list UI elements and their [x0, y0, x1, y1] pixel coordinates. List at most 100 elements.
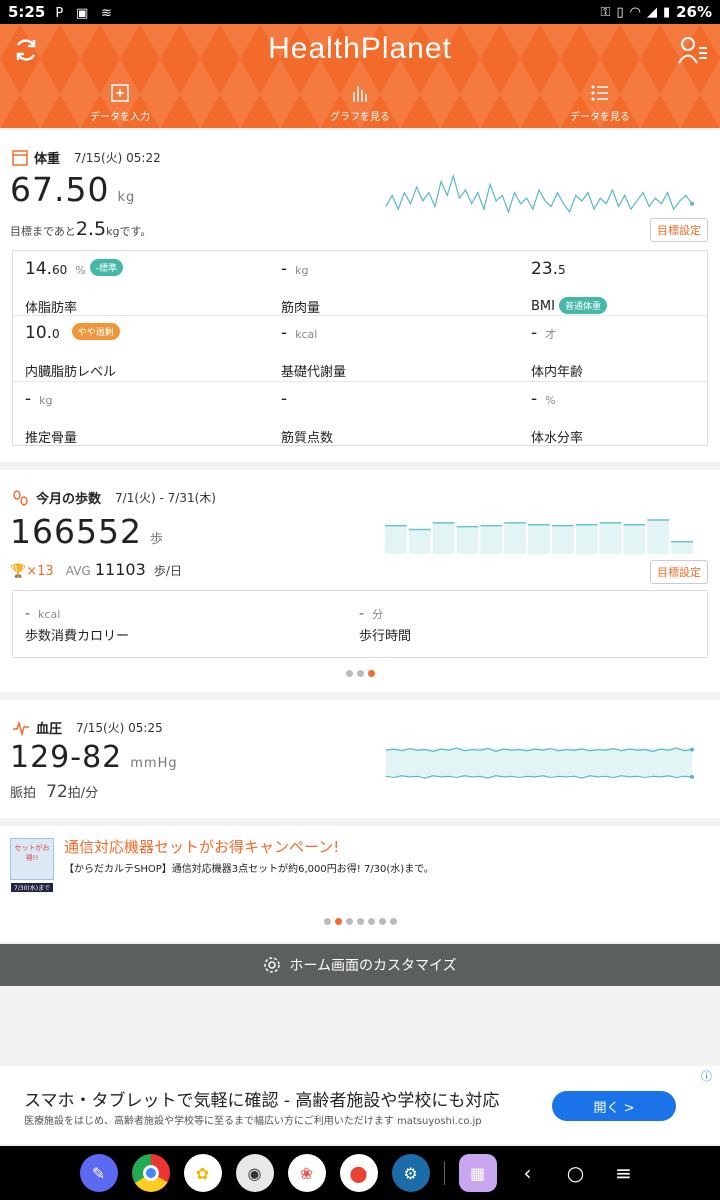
promo-thumbnail[interactable]: セットがお得!! 7/30(水)まで	[10, 838, 54, 892]
metric-label: 筋肉量	[281, 301, 321, 316]
metric-label: 推定骨量	[25, 431, 78, 446]
customize-home-button[interactable]: ホーム画面のカスタマイズ	[0, 944, 720, 986]
chart-bar	[671, 541, 693, 554]
weight-line-chart	[385, 173, 694, 214]
notification-p-icon: P	[55, 6, 64, 21]
scale-icon	[12, 149, 28, 166]
page-dot[interactable]	[367, 918, 375, 925]
page-dot-active[interactable]	[334, 918, 342, 925]
pulse-unit: 拍/分	[67, 786, 99, 801]
weight-value: 67.50	[10, 170, 110, 209]
metric-cell: - kg 筋肉量	[281, 259, 511, 323]
promo-card[interactable]: セットがお得!! 7/30(水)まで 通信対応機器セットがお得キャンペーン! 【…	[0, 826, 720, 942]
metric-cell: - 才体内年齢	[531, 323, 720, 387]
app-header: HealthPlanet データを入力 グラフを見る データを見る	[0, 24, 720, 128]
walk-time-unit: 分	[372, 608, 384, 621]
promo-title[interactable]: 通信対応機器セットがお得キャンペーン!	[64, 836, 339, 857]
gallery-app-icon[interactable]: ❀	[287, 1154, 326, 1192]
walk-time-label: 歩行時間	[359, 629, 412, 644]
chart-point	[690, 774, 694, 779]
list-icon	[591, 85, 608, 101]
page-dot[interactable]	[356, 670, 364, 677]
metric-label: 体水分率	[531, 431, 584, 446]
bp-unit: mmHg	[130, 756, 178, 771]
page-dot[interactable]	[389, 918, 397, 925]
app-drawer-icon[interactable]: ▦	[458, 1154, 497, 1192]
metric-value: -	[281, 323, 288, 343]
metric-badge: やや過剰	[71, 323, 120, 340]
nav-input-data-label: データを入力	[90, 112, 150, 123]
steps-value: 166552	[10, 512, 142, 551]
metric-cell: - 筋質点数	[281, 389, 511, 453]
page-dot[interactable]	[345, 918, 353, 925]
metric-cell: 14.60% -標準 体脂肪率	[25, 259, 255, 323]
chart-series-line	[385, 173, 693, 214]
weight-metrics-grid: 14.60% -標準 体脂肪率 - kg 筋肉量 23.5 BMI 普通体重 10.0 やや過剰 内臓…	[12, 250, 708, 446]
walk-time-value: -	[359, 606, 365, 622]
pulse-value: 72	[46, 782, 68, 802]
status-time: 5:25	[8, 3, 46, 21]
metric-unit: kg	[39, 394, 53, 407]
settings-app-icon[interactable]: ⚙	[391, 1154, 430, 1192]
recents-button[interactable]: ≡	[607, 1161, 641, 1185]
chart-bar	[575, 524, 598, 554]
customize-label: ホーム画面のカスタマイズ	[289, 958, 457, 974]
nav-view-graph[interactable]: グラフを見る	[240, 84, 480, 123]
metric-badge: -標準	[89, 259, 124, 276]
chart-band	[386, 748, 692, 776]
chart-bar	[504, 522, 527, 554]
page-dot[interactable]	[323, 918, 331, 925]
back-button[interactable]: ‹	[511, 1161, 545, 1185]
metric-unit: %	[545, 394, 556, 407]
metric-cell: - kg 推定骨量	[25, 389, 255, 453]
weight-goal-text: 目標まであと2.5kgです。	[10, 218, 151, 240]
nav-input-data[interactable]: データを入力	[0, 84, 240, 123]
ad-banner[interactable]: ⓘ スマホ・タブレットで気軽に確認 - 高齢者施設や学校にも対応 医療施設をはじ…	[0, 1066, 720, 1144]
promo-text: 【からだカルテSHOP】通信対応機器3点セットが約6,000円お得! 7/30(…	[64, 864, 434, 875]
avg-label: AVG	[65, 564, 91, 578]
goal-unit: kg	[106, 225, 120, 238]
ad-info-icon[interactable]: ⓘ	[701, 1068, 712, 1084]
promo-page-indicator[interactable]	[0, 918, 720, 925]
header-nav: データを入力 グラフを見る データを見る	[0, 84, 720, 123]
metric-cell: -% 体水分率	[531, 389, 720, 453]
notification-wifi-icon: ≋	[101, 6, 112, 21]
steps-page-indicator[interactable]	[0, 670, 720, 677]
nav-view-graph-label: グラフを見る	[330, 112, 390, 123]
steps-card[interactable]: 今月の歩数 7/1(火) - 7/31(木) 166552 歩 🏆×13 AVG …	[0, 470, 720, 692]
metric-value: -	[531, 389, 538, 409]
ad-headline[interactable]: スマホ・タブレットで気軽に確認 - 高齢者施設や学校にも対応	[24, 1086, 499, 1111]
heartbeat-icon	[13, 719, 29, 736]
goal-suffix: です。	[119, 225, 152, 238]
page-dot-active[interactable]	[367, 670, 375, 677]
vibrate-icon: ▯	[616, 4, 624, 20]
camera-app-icon[interactable]: ◉	[235, 1154, 274, 1192]
blood-pressure-card[interactable]: 血圧 7/15(火) 05:25 129-82 mmHg 脈拍 72拍/分	[0, 700, 720, 818]
weight-card[interactable]: 体重 7/15(火) 05:22 67.50 kg 目標まであと2.5kgです。 …	[0, 130, 720, 462]
metric-cell: - kcal 基礎代謝量	[281, 323, 511, 387]
messages-app-icon[interactable]: ✎	[79, 1154, 118, 1192]
page-dot[interactable]	[356, 918, 364, 925]
signal-icon: ◢	[646, 4, 657, 20]
metric-label: 筋質点数	[281, 431, 334, 446]
home-button[interactable]: ○	[559, 1161, 593, 1185]
steps-goal-button[interactable]: 目標設定	[650, 560, 708, 584]
page-dot[interactable]	[345, 670, 353, 677]
gear-icon	[264, 957, 281, 973]
chrome-app-icon[interactable]	[131, 1154, 170, 1192]
step-calorie-unit: kcal	[38, 608, 61, 621]
ad-open-button[interactable]: 開く >	[552, 1091, 676, 1121]
maps-app-icon[interactable]: ⬤	[339, 1154, 378, 1192]
nav-view-data[interactable]: データを見る	[480, 84, 720, 123]
chart-bar	[599, 522, 622, 554]
nav-view-data-label: データを見る	[570, 112, 630, 123]
bp-value: 129-82	[10, 740, 123, 775]
page-dot[interactable]	[378, 918, 386, 925]
avg-unit: 歩/日	[153, 564, 182, 578]
photos-app-icon[interactable]: ✿	[183, 1154, 222, 1192]
footprint-icon	[13, 489, 28, 506]
chart-bar	[408, 529, 431, 554]
promo-thumbnail-date: 7/30(水)まで	[11, 883, 53, 892]
user-settings-icon[interactable]	[678, 36, 708, 64]
weight-goal-button[interactable]: 目標設定	[650, 218, 708, 242]
